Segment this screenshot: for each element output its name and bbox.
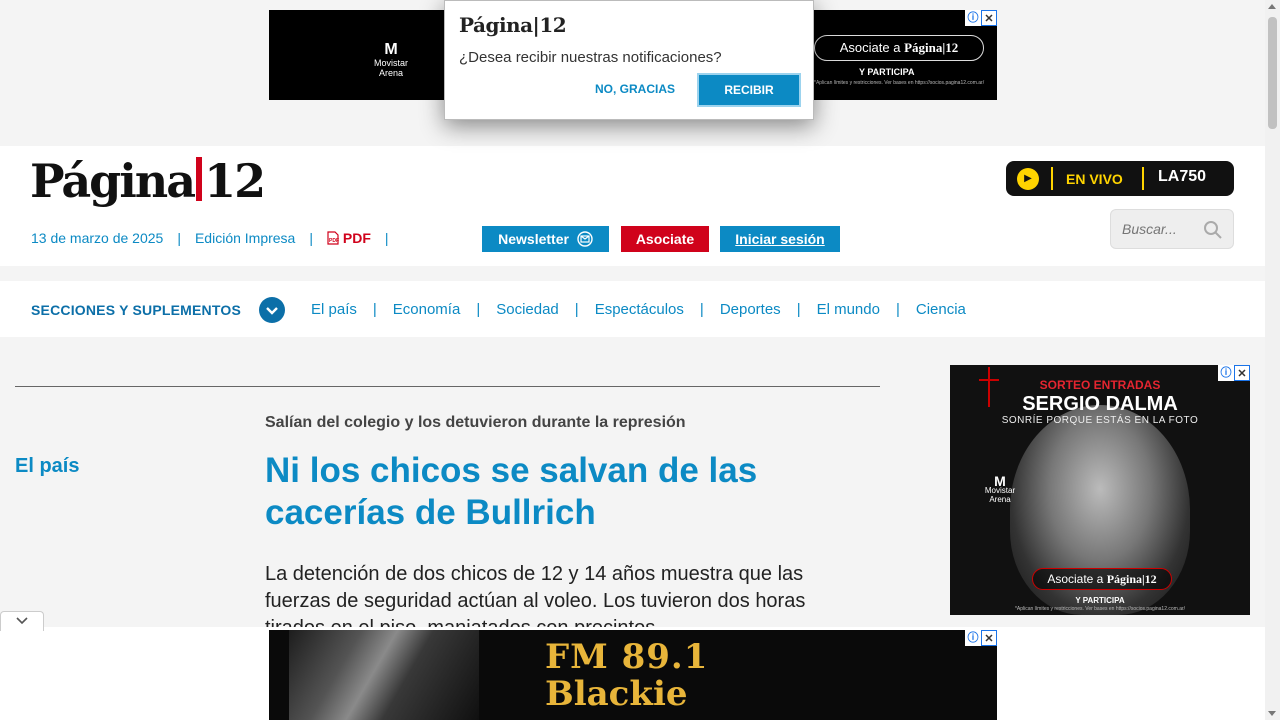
nav-link-deportes[interactable]: Deportes (720, 301, 781, 318)
radio-logo: LA750 (1158, 168, 1207, 185)
section-nav: SECCIONES Y SUPLEMENTOS El país | Economí… (0, 281, 1265, 337)
decline-button[interactable]: NO, GRACIAS (595, 82, 675, 96)
nav-link-ciencia[interactable]: Ciencia (916, 301, 966, 318)
saxophone-image (289, 630, 479, 720)
search-icon[interactable] (1203, 220, 1223, 240)
bottom-ad-controls[interactable]: ⓘ ✕ (965, 630, 997, 646)
chevron-down-icon (16, 617, 28, 625)
search-input[interactable] (1111, 210, 1196, 248)
notification-dialog: Página|12 ¿Desea recibir nuestras notifi… (444, 0, 814, 120)
ad-close-icon[interactable]: ✕ (981, 10, 997, 26)
site-logo[interactable]: Página 12 (30, 154, 266, 208)
ad-sub-text: Y PARTICIPA (859, 67, 915, 77)
ad-info-icon[interactable]: ⓘ (1218, 365, 1234, 381)
logo-divider (196, 157, 203, 201)
nav-link-economia[interactable]: Economía (393, 301, 461, 318)
live-radio-player[interactable]: ▶ EN VIVO LA750 (1006, 161, 1234, 196)
pdf-icon: PDF (327, 231, 339, 245)
ad-fine-print: *Aplican límites y restricciones. Ver ba… (1014, 606, 1186, 612)
dateline: 13 de marzo de 2025 | Edición Impresa | … (31, 230, 389, 246)
ad-fine-print: *Aplican límites y restricciones. Ver ba… (814, 80, 985, 86)
nav-link-el-mundo[interactable]: El mundo (817, 301, 880, 318)
svg-text:PDF: PDF (329, 238, 339, 244)
pdf-link[interactable]: PDF PDF (327, 230, 371, 246)
site-header: Página 12 13 de marzo de 2025 | Edición I… (0, 146, 1265, 266)
ad-artist-name: SERGIO DALMA (1022, 393, 1178, 415)
side-ad-controls[interactable]: ⓘ ✕ (1218, 365, 1250, 381)
ad-sub-text: Y PARTICIPA (1075, 596, 1125, 605)
ad-asociate-button[interactable]: Asociate a Página|12 (814, 35, 984, 61)
article-headline[interactable]: Ni los chicos se salvan de las cacerías … (265, 450, 865, 534)
accept-button[interactable]: RECIBIR (697, 73, 801, 107)
live-label: EN VIVO (1066, 171, 1123, 187)
current-date: 13 de marzo de 2025 (31, 230, 164, 246)
scroll-up-icon[interactable] (1268, 4, 1276, 9)
login-button[interactable]: Iniciar sesión (720, 226, 840, 252)
side-ad-banner[interactable]: SORTEO ENTRADAS SERGIO DALMA SONRÍE PORQ… (950, 365, 1250, 615)
article-kicker: Salían del colegio y los detuvieron dura… (265, 414, 686, 431)
article-section-link[interactable]: El país (15, 455, 79, 478)
sections-title[interactable]: SECCIONES Y SUPLEMENTOS (31, 302, 241, 318)
asociate-button[interactable]: Asociate (621, 226, 709, 252)
bottom-ad-banner[interactable]: FM 89.1 Blackie (269, 630, 997, 720)
scroll-down-icon[interactable] (1268, 711, 1276, 716)
ad-info-icon[interactable]: ⓘ (965, 630, 981, 646)
chevron-down-icon[interactable] (259, 297, 285, 323)
collapse-ad-button[interactable] (0, 611, 44, 631)
ad-close-icon[interactable]: ✕ (1234, 365, 1250, 381)
dialog-logo: Página|12 (459, 13, 567, 37)
ad-fm-text: FM 89.1 (545, 637, 709, 677)
nav-link-espectaculos[interactable]: Espectáculos (595, 301, 684, 318)
search-box[interactable] (1110, 209, 1234, 249)
ad-blackie-text: Blackie (545, 674, 688, 714)
ad-sorteo-text: SORTEO ENTRADAS (1039, 378, 1161, 392)
ad-close-icon[interactable]: ✕ (981, 630, 997, 646)
top-ad-controls[interactable]: ⓘ ✕ (965, 10, 997, 26)
ad-tagline: SONRÍE PORQUE ESTÁS EN LA FOTO (1001, 415, 1199, 426)
ad-asociate-button[interactable]: Asociate a Página|12 (1032, 568, 1172, 590)
section-links: El país | Economía | Sociedad | Espectáculo… (311, 301, 966, 318)
play-icon[interactable]: ▶ (1017, 168, 1039, 190)
ad-info-icon[interactable]: ⓘ (965, 10, 981, 26)
movistar-arena-logo: M Movistar Arena (373, 41, 408, 79)
mail-icon (577, 231, 593, 247)
dialog-question: ¿Desea recibir nuestras notificaciones? (459, 49, 722, 66)
movistar-arena-logo: M Movistar Arena (984, 473, 1016, 504)
edition-link[interactable]: Edición Impresa (195, 230, 295, 246)
nav-link-el-pais[interactable]: El país (311, 301, 357, 318)
page-scrollbar[interactable] (1265, 0, 1280, 720)
article-divider (15, 386, 880, 387)
nav-link-sociedad[interactable]: Sociedad (496, 301, 559, 318)
newsletter-button[interactable]: Newsletter (482, 226, 609, 252)
scrollbar-thumb[interactable] (1268, 17, 1277, 129)
